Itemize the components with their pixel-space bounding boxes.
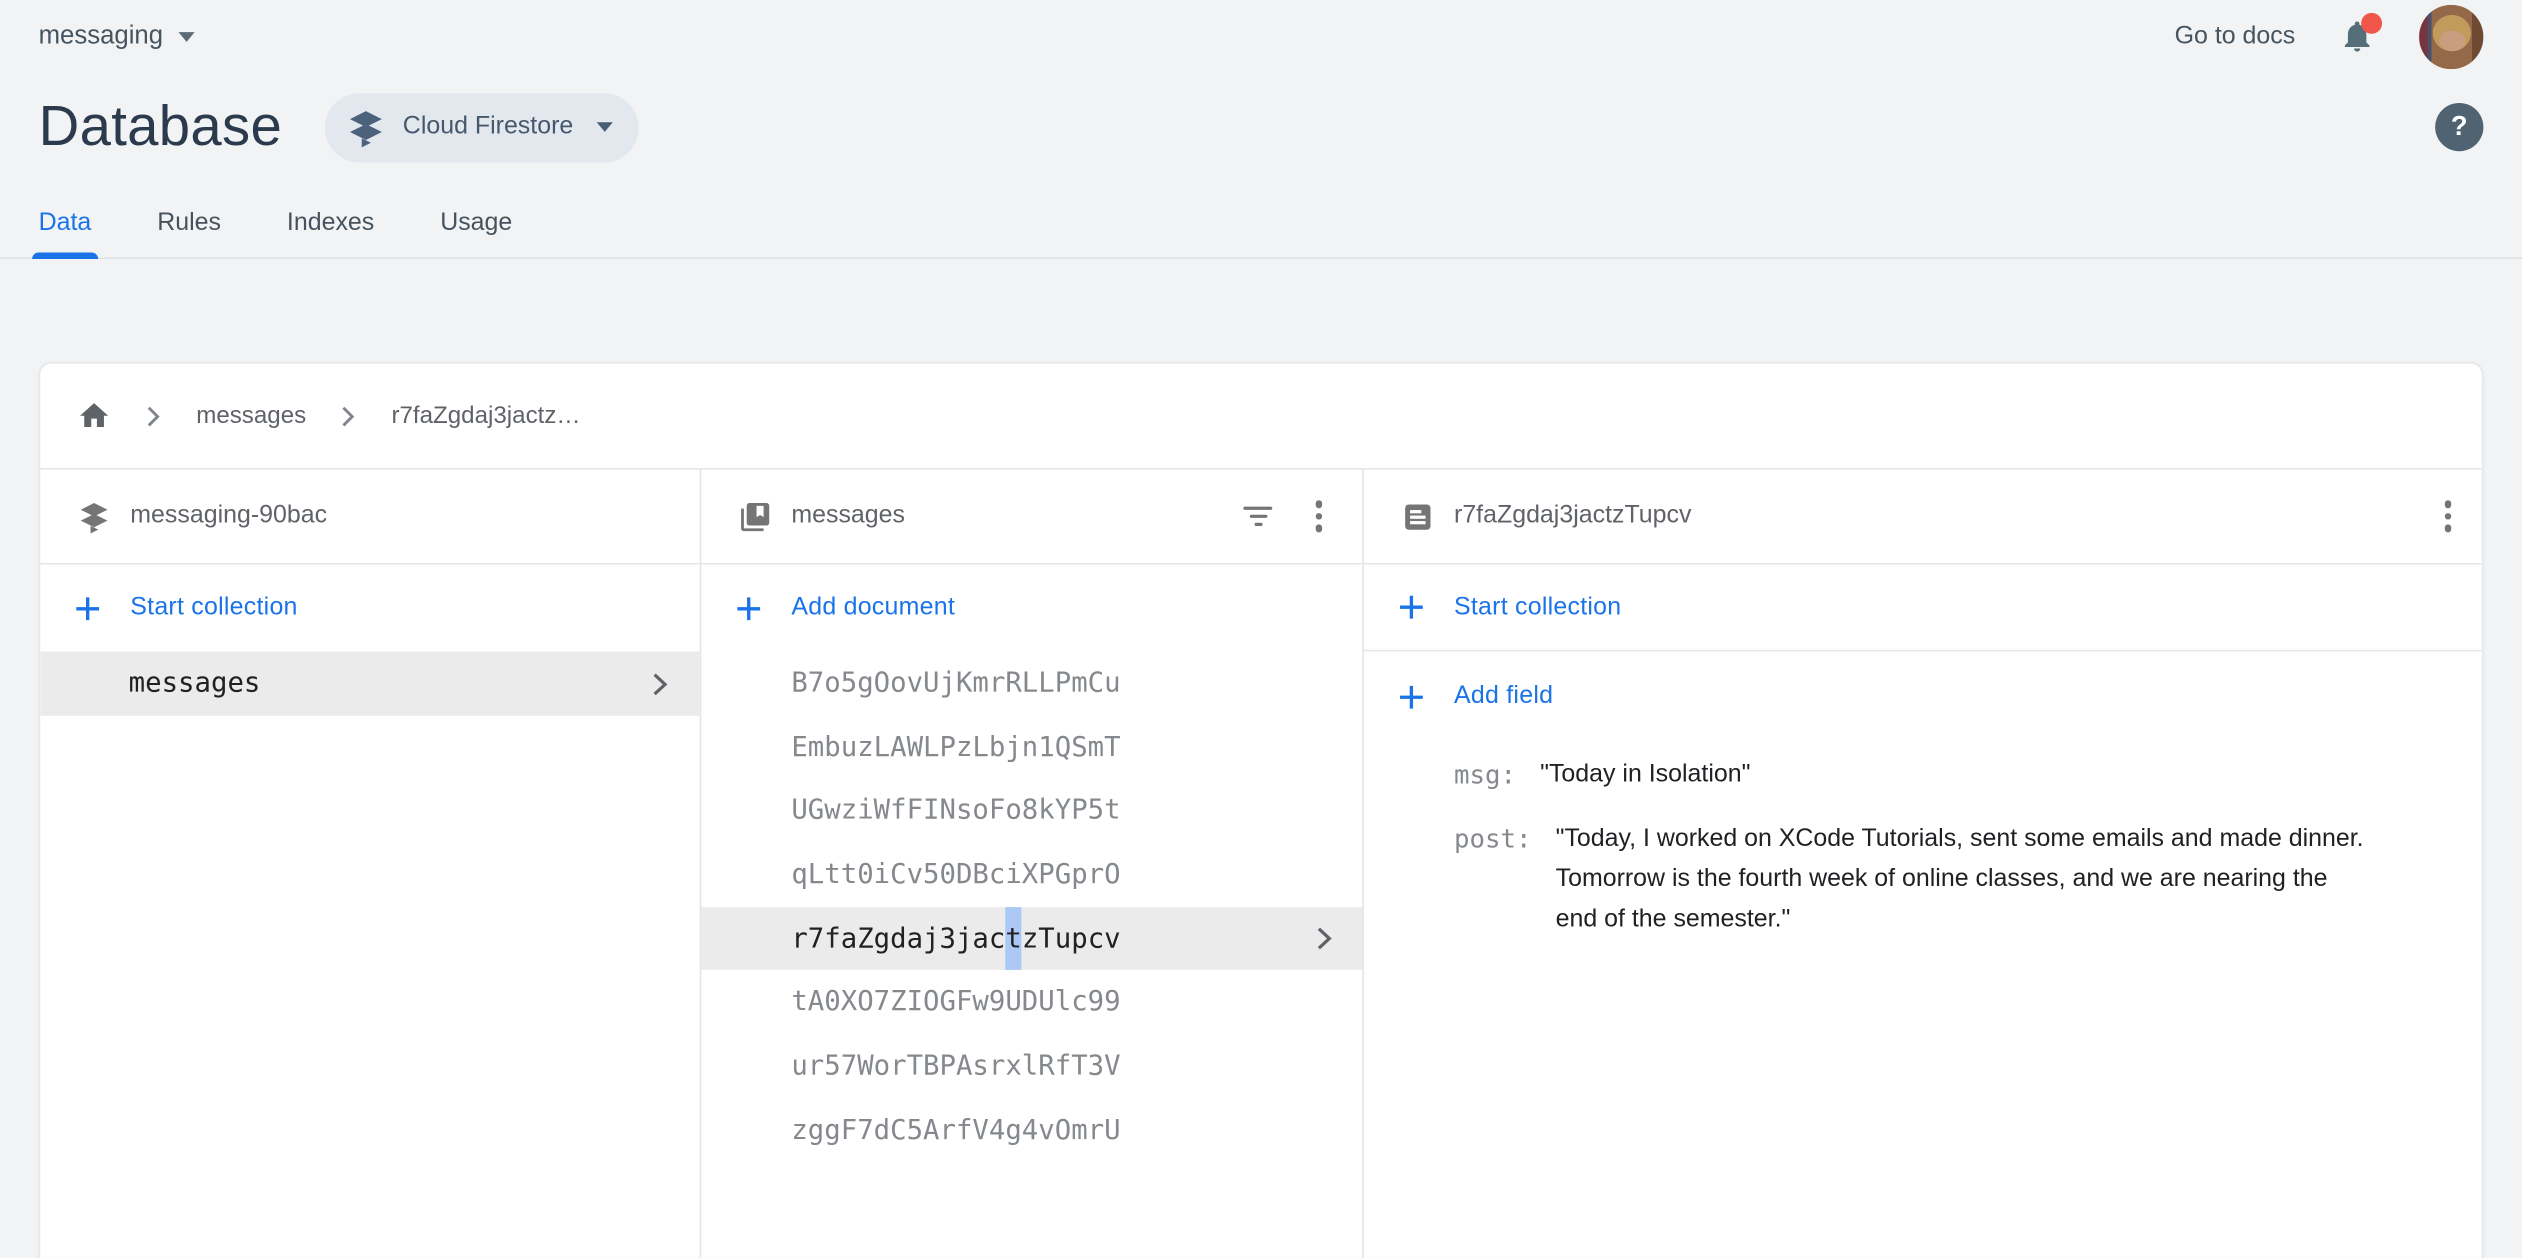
document-row[interactable]: zggF7dC5ArfV4g4vOmrU xyxy=(701,1098,1362,1162)
document-id: B7o5gOovUjKmrRLLPmCu xyxy=(791,651,1120,715)
document-row[interactable]: r7faZgdaj3jactzTupcv xyxy=(701,907,1362,971)
product-selector[interactable]: Cloud Firestore xyxy=(326,92,640,161)
document-row[interactable]: B7o5gOovUjKmrRLLPmCu xyxy=(701,651,1362,715)
kebab-menu-icon xyxy=(1315,501,1322,532)
collection-panel: messages Add document B7o5gOovUjKmrRLLP xyxy=(701,470,1364,1258)
field-row-post[interactable]: post: "Today, I worked on XCode Tutorial… xyxy=(1454,819,2450,940)
field-key: msg: xyxy=(1454,754,1516,794)
plus-icon xyxy=(1398,594,1425,621)
document-id: r7faZgdaj3jac xyxy=(791,907,1005,971)
page-title: Database xyxy=(39,95,283,159)
filter-icon xyxy=(1243,506,1272,527)
highlighted-character: t xyxy=(1005,907,1021,971)
breadcrumb-document[interactable]: r7faZgdaj3jactz… xyxy=(391,402,580,429)
tab-bar: Data Rules Indexes Usage xyxy=(0,188,2522,259)
add-document-button[interactable]: Add document xyxy=(701,565,1362,652)
document-id: UGwziWfFINsoFo8kYP5t xyxy=(791,779,1120,843)
document-id: zggF7dC5ArfV4g4vOmrU xyxy=(791,1098,1120,1162)
tab-indexes[interactable]: Indexes xyxy=(287,188,374,257)
document-row[interactable]: qLtt0iCv50DBciXPGprO xyxy=(701,843,1362,907)
firestore-database-icon xyxy=(77,499,111,533)
chevron-right-icon xyxy=(1314,907,1335,971)
field-key: post: xyxy=(1454,819,1531,859)
home-icon[interactable] xyxy=(77,399,111,433)
breadcrumb: messages r7faZgdaj3jactz… xyxy=(40,364,2482,469)
firebase-console-database-page: messaging Go to docs Database Cloud Fire… xyxy=(0,0,2522,1234)
topbar-right: Go to docs xyxy=(2175,4,2484,68)
topbar: messaging Go to docs xyxy=(0,0,2522,72)
account-avatar[interactable] xyxy=(2419,4,2483,68)
plus-icon xyxy=(735,594,762,621)
root-panel-header: messaging-90bac xyxy=(40,470,699,565)
filter-button[interactable] xyxy=(1237,495,1279,537)
field-value: "Today in Isolation" xyxy=(1540,754,1750,794)
firestore-panels: messaging-90bac Start collection message… xyxy=(40,468,2482,1258)
document-id: tA0XO7ZIOGFw9UDUlc99 xyxy=(791,971,1120,1035)
field-list: msg: "Today in Isolation" post: "Today, … xyxy=(1364,741,2482,939)
document-id: zTupcv xyxy=(1022,907,1121,971)
tab-usage[interactable]: Usage xyxy=(440,188,512,257)
document-menu-button[interactable] xyxy=(2427,495,2469,537)
page-header: Database Cloud Firestore ? xyxy=(0,85,2522,169)
tab-rules[interactable]: Rules xyxy=(157,188,221,257)
firestore-data-card: messages r7faZgdaj3jactz… messaging-90ba… xyxy=(39,362,2484,1258)
collection-name: messages xyxy=(129,667,261,699)
document-row[interactable]: tA0XO7ZIOGFw9UDUlc99 xyxy=(701,971,1362,1035)
project-switcher[interactable]: messaging xyxy=(39,22,196,51)
breadcrumb-chevron-icon xyxy=(146,405,160,428)
collection-panel-title: messages xyxy=(791,502,905,531)
go-to-docs-link[interactable]: Go to docs xyxy=(2175,22,2296,51)
start-collection-button[interactable]: Start collection xyxy=(40,565,699,652)
plus-icon xyxy=(1398,683,1425,710)
notifications-button[interactable] xyxy=(2339,18,2376,55)
kebab-menu-icon xyxy=(2444,501,2451,532)
document-panel-title: r7faZgdaj3jactzTupcv xyxy=(1454,502,1691,531)
help-button[interactable]: ? xyxy=(2435,103,2483,151)
firestore-logo-icon xyxy=(347,107,387,147)
database-name: messaging-90bac xyxy=(130,502,327,531)
collection-icon xyxy=(738,499,772,533)
notification-badge xyxy=(2361,13,2382,34)
product-selector-label: Cloud Firestore xyxy=(403,113,573,142)
document-list: B7o5gOovUjKmrRLLPmCuEmbuzLAWLPzLbjn1QSmT… xyxy=(701,651,1362,1162)
document-id: ur57WorTBPAsrxlRfT3V xyxy=(791,1034,1120,1098)
collection-panel-header: messages xyxy=(701,470,1362,565)
field-value: "Today, I worked on XCode Tutorials, sen… xyxy=(1556,819,2364,940)
root-panel: messaging-90bac Start collection message… xyxy=(40,470,701,1258)
add-field-button[interactable]: Add field xyxy=(1364,651,2482,741)
chevron-right-icon xyxy=(650,670,671,697)
document-row[interactable]: ur57WorTBPAsrxlRfT3V xyxy=(701,1034,1362,1098)
collection-row-messages[interactable]: messages xyxy=(40,651,699,715)
collection-menu-button[interactable] xyxy=(1298,495,1340,537)
document-id: qLtt0iCv50DBciXPGprO xyxy=(791,843,1120,907)
breadcrumb-collection[interactable]: messages xyxy=(196,402,306,429)
field-row-msg[interactable]: msg: "Today in Isolation" xyxy=(1454,754,2450,794)
document-id: EmbuzLAWLPzLbjn1QSmT xyxy=(791,715,1120,779)
document-row[interactable]: UGwziWfFINsoFo8kYP5t xyxy=(701,779,1362,843)
document-icon xyxy=(1401,499,1435,533)
breadcrumb-chevron-icon xyxy=(342,405,356,428)
start-collection-button[interactable]: Start collection xyxy=(1364,565,2482,652)
document-panel-header: r7faZgdaj3jactzTupcv xyxy=(1364,470,2482,565)
chevron-down-icon xyxy=(597,122,613,132)
chevron-down-icon xyxy=(179,31,195,41)
project-name: messaging xyxy=(39,22,163,51)
tab-data[interactable]: Data xyxy=(39,188,92,257)
plus-icon xyxy=(74,594,101,621)
document-row[interactable]: EmbuzLAWLPzLbjn1QSmT xyxy=(701,715,1362,779)
document-panel: r7faZgdaj3jactzTupcv Start collection xyxy=(1364,470,2482,1258)
